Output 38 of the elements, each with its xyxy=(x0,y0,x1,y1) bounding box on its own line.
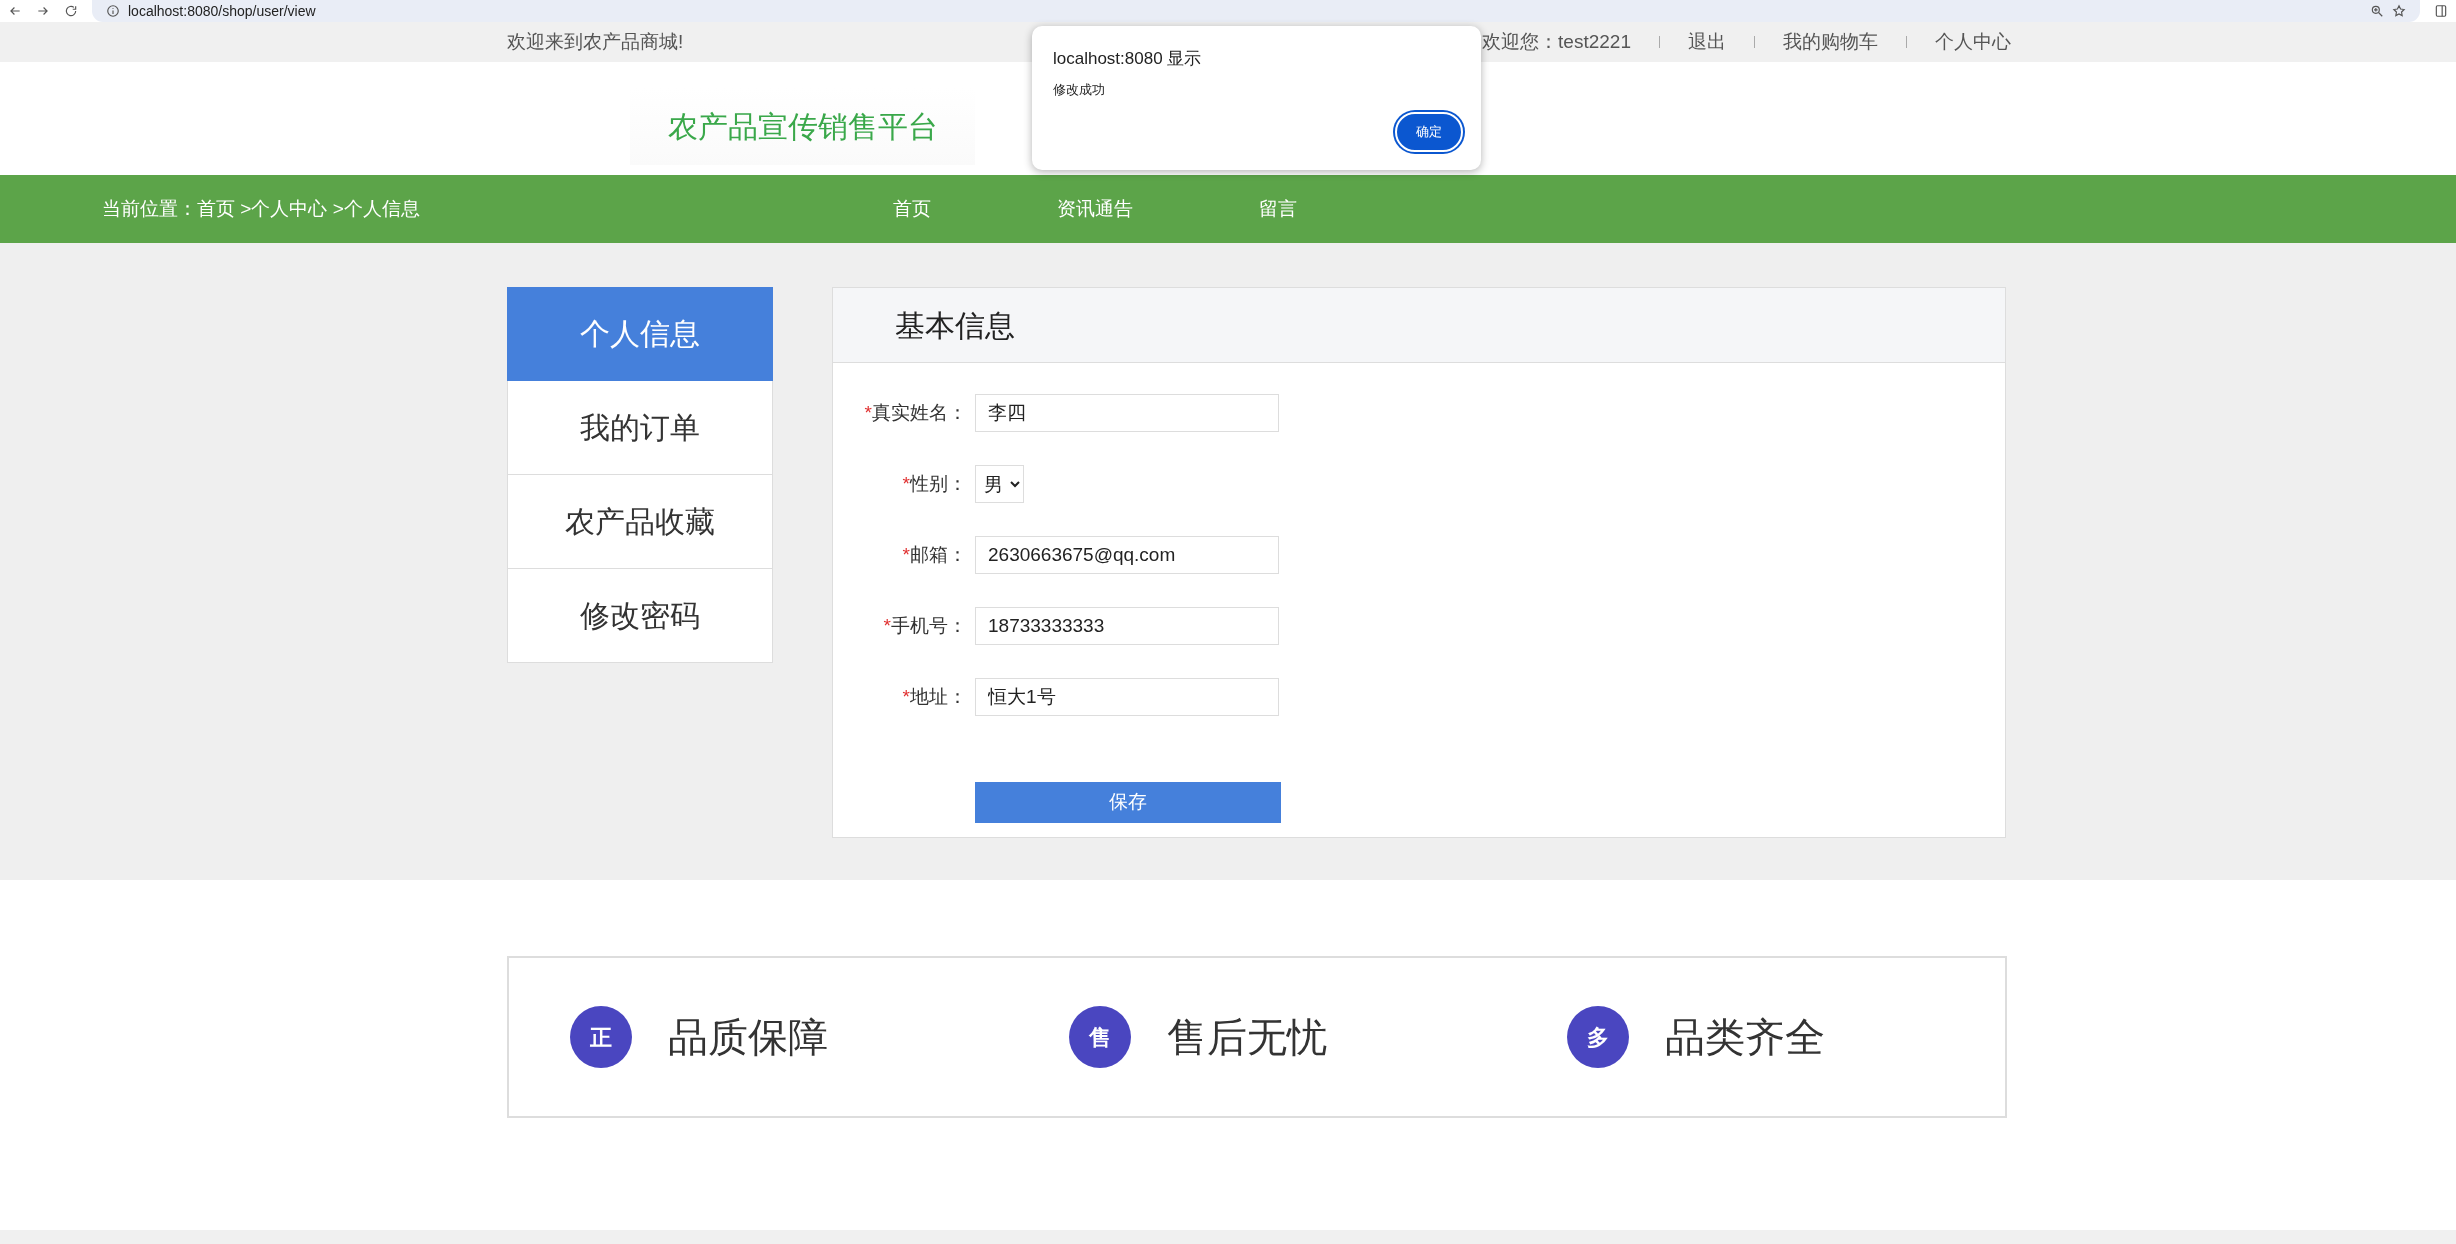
input-field[interactable]: 2630663675@qq.com xyxy=(975,536,1279,574)
shield-badge-icon: 售 xyxy=(1068,1006,1131,1068)
shield-badge-icon: 正 xyxy=(570,1006,632,1068)
breadcrumb-text: 当前位置：首页 >个人中心 >个人信息 xyxy=(102,196,421,221)
feature-label: 售后无忧 xyxy=(1166,1014,1327,1061)
field-label: *手机号： xyxy=(882,613,968,638)
input-field[interactable]: 18733333333 xyxy=(975,607,1279,645)
zoom-icon[interactable] xyxy=(2370,4,2384,18)
input-field[interactable]: 李四 xyxy=(975,394,1279,432)
feature-label: 品类齐全 xyxy=(1665,1014,1826,1061)
panel-title: 基本信息 xyxy=(833,288,2005,363)
ok-button[interactable]: 确定 xyxy=(1395,112,1463,152)
field-label: *邮箱： xyxy=(901,542,968,567)
info-icon[interactable] xyxy=(106,4,120,18)
star-icon[interactable] xyxy=(2392,4,2406,18)
top-link[interactable]: 个人中心 xyxy=(1935,27,2011,57)
feature-label: 品质保障 xyxy=(668,1014,828,1061)
save-button[interactable]: 保存 xyxy=(975,782,1281,823)
side-panel-icon[interactable] xyxy=(2434,4,2448,18)
shield-badge-icon: 多 xyxy=(1567,1006,1630,1068)
top-link[interactable]: 退出 xyxy=(1688,27,1726,57)
sidebar-item[interactable]: 我的订单 xyxy=(507,381,773,475)
back-icon[interactable] xyxy=(8,4,22,18)
welcome-text: 欢迎来到农产品商城! xyxy=(507,29,684,54)
sidebar-item[interactable]: 农产品收藏 xyxy=(507,475,773,569)
url-field[interactable]: localhost:8080/shop/user/view xyxy=(128,0,316,22)
sidebar-item[interactable]: 修改密码 xyxy=(507,569,773,663)
dialog-title: localhost:8080 显示 xyxy=(1053,48,1203,70)
gender-select[interactable]: 男 xyxy=(975,465,1024,503)
field-label: *性别： xyxy=(901,471,968,496)
dialog-message: 修改成功 xyxy=(1053,80,1106,99)
field-label: *地址： xyxy=(901,684,968,709)
input-field[interactable]: 恒大1号 xyxy=(975,678,1279,716)
sidebar-item[interactable]: 个人信息 xyxy=(507,287,773,381)
user-greeting: 欢迎您：test2221 xyxy=(1482,29,1631,54)
reload-icon[interactable] xyxy=(64,4,78,18)
field-label: *真实姓名： xyxy=(863,400,968,425)
top-link[interactable]: 我的购物车 xyxy=(1783,27,1878,57)
